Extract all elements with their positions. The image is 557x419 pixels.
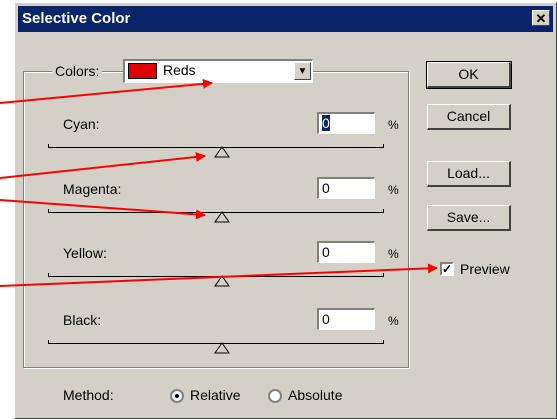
colors-select-value: Reds — [163, 62, 196, 78]
red-swatch — [128, 63, 157, 79]
magenta-label: Magenta: — [63, 181, 122, 197]
relative-label: Relative — [190, 387, 241, 403]
close-icon: ✕ — [535, 11, 547, 26]
magenta-slider-thumb[interactable] — [214, 211, 230, 223]
absolute-radio[interactable] — [268, 389, 282, 403]
yellow-field[interactable]: 0 — [317, 241, 375, 263]
absolute-label: Absolute — [288, 387, 343, 403]
relative-radio[interactable] — [170, 389, 184, 403]
black-slider-thumb[interactable] — [214, 342, 230, 354]
black-label: Black: — [63, 312, 102, 328]
cyan-unit: % — [388, 118, 399, 132]
yellow-slider-thumb[interactable] — [214, 275, 230, 287]
cyan-slider-thumb[interactable] — [214, 146, 230, 158]
dialog-title: Selective Color — [22, 10, 131, 27]
preview-checkbox[interactable]: ✓ — [440, 262, 454, 276]
cyan-label: Cyan: — [63, 116, 100, 132]
load-button[interactable]: Load... — [427, 161, 511, 187]
title-bar: Selective Color ✕ — [18, 6, 553, 32]
ok-button[interactable]: OK — [426, 61, 512, 89]
magenta-field[interactable]: 0 — [317, 177, 375, 199]
close-button[interactable]: ✕ — [532, 10, 550, 26]
yellow-unit: % — [388, 247, 399, 261]
save-button[interactable]: Save... — [427, 205, 511, 231]
black-field[interactable]: 0 — [317, 308, 375, 330]
chevron-down-icon[interactable]: ▼ — [294, 62, 311, 80]
black-unit: % — [388, 314, 399, 328]
colors-select[interactable]: Reds ▼ — [123, 59, 313, 83]
preview-label: Preview — [460, 261, 510, 277]
magenta-unit: % — [388, 183, 399, 197]
method-label: Method: — [63, 387, 114, 403]
cyan-field[interactable]: 0 — [317, 112, 375, 134]
colors-label: Colors: — [52, 63, 103, 79]
cancel-button[interactable]: Cancel — [427, 104, 511, 130]
yellow-label: Yellow: — [63, 245, 107, 261]
